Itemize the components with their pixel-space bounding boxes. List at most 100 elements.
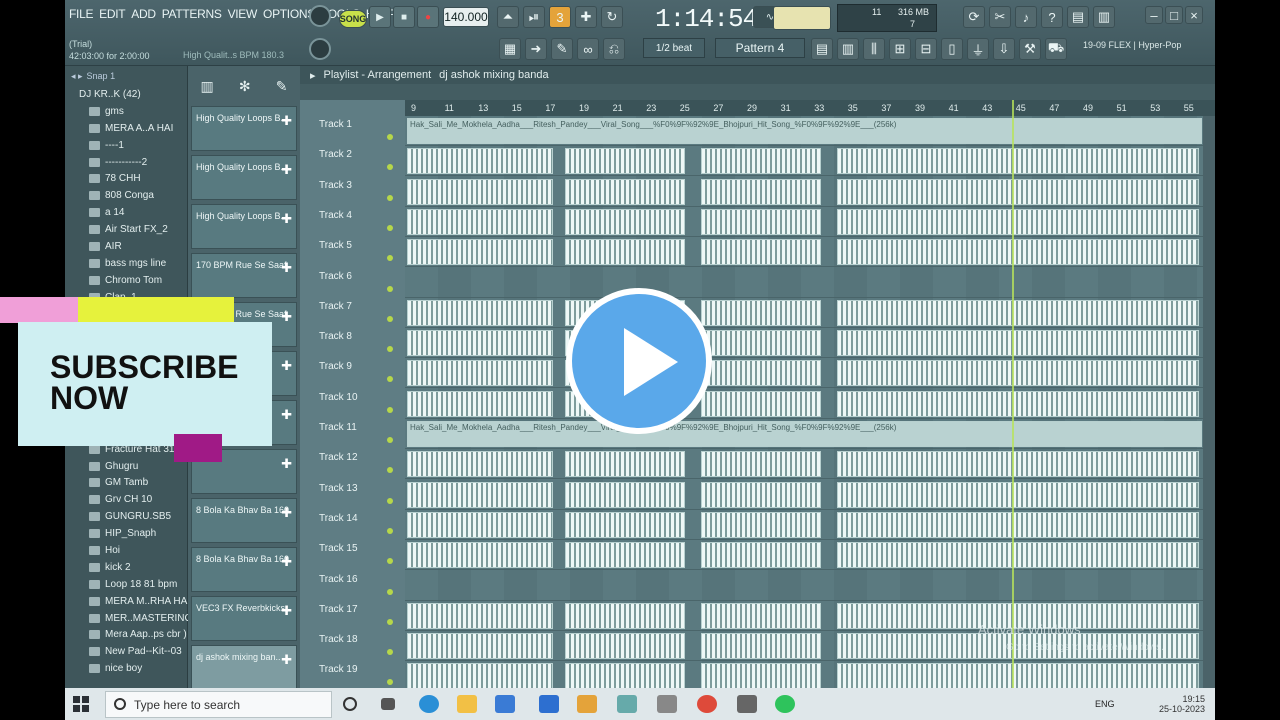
track-header[interactable]: Track 4 — [313, 207, 399, 237]
channel-clip[interactable]: High Quality Loops B.. ✚ — [191, 155, 297, 200]
timeline-ruler[interactable]: 9 11 13 15 17 19 21 23 25 27 29 31 33 35 37 39 41 43 45 47 4… — [405, 100, 1215, 116]
cortana-icon[interactable] — [343, 697, 357, 711]
close-icon[interactable]: × — [1185, 6, 1203, 24]
track-mute-led[interactable] — [387, 558, 393, 565]
add-icon[interactable]: ✚ — [281, 603, 292, 619]
chrome-icon[interactable] — [697, 695, 717, 713]
whatsapp-icon[interactable] — [775, 695, 795, 713]
track-header[interactable]: Track 2 — [313, 146, 399, 176]
link-icon[interactable]: ∞ — [577, 38, 599, 60]
browser-back-icon[interactable]: ◂ ▸ — [71, 71, 83, 82]
song-mode-button[interactable]: SONG — [339, 10, 367, 28]
audio-clip[interactable] — [837, 299, 1199, 326]
clock[interactable]: 19:15 25-10-2023 — [1159, 694, 1205, 714]
app2-icon[interactable] — [617, 695, 637, 713]
track-lane[interactable] — [405, 389, 1203, 419]
audio-clip[interactable] — [837, 178, 1199, 205]
track-mute-led[interactable] — [387, 134, 393, 140]
fl-studio-taskbar-icon[interactable] — [577, 695, 597, 713]
audio-clip[interactable] — [837, 542, 1199, 569]
track-header[interactable]: Track 15 — [313, 540, 399, 570]
mixer-window-icon[interactable]: ⫼ — [863, 38, 885, 60]
browser-item[interactable]: GUNGRU.SB5 — [65, 508, 187, 525]
track-mute-led[interactable] — [387, 588, 393, 595]
channel-clip[interactable]: 170 BPM Rue Se Saaf.. ✚ — [191, 253, 297, 298]
track-lane[interactable]: Hak_Sali_Me_Mokhela_Aadha___Ritesh_Pande… — [405, 116, 1203, 146]
browser-item[interactable]: New Pad--Kit--03 — [65, 643, 187, 660]
browser-item[interactable]: MERA M..RHA HAI — [65, 593, 190, 610]
browser-item[interactable]: bass mgs line — [65, 255, 187, 272]
track-header[interactable]: Track 13 — [313, 480, 399, 510]
mixer-icon[interactable]: ▥ — [1093, 6, 1115, 28]
download-icon[interactable]: ⇩ — [993, 38, 1015, 60]
play-button[interactable]: ▶ — [369, 6, 391, 28]
add-icon[interactable]: ✚ — [281, 456, 292, 472]
channel-clip[interactable]: 8 Bola Ka Bhav Ba 160 ✚ — [191, 498, 297, 543]
app-icon[interactable] — [539, 695, 559, 713]
track-header[interactable]: Track 3 — [313, 177, 399, 207]
track-lane[interactable] — [405, 146, 1203, 177]
track-header[interactable]: Track 6 — [313, 268, 399, 298]
save-icon[interactable]: ▤ — [1067, 6, 1089, 28]
audio-clip[interactable] — [407, 633, 553, 660]
audio-clip[interactable] — [701, 481, 821, 508]
channel-clip[interactable]: High Quality Loops B.. ✚ — [191, 106, 297, 151]
browser-item[interactable]: ----1 — [65, 137, 187, 154]
track-mute-led[interactable] — [387, 164, 393, 171]
add-icon[interactable]: ✚ — [281, 162, 292, 178]
minimize-icon[interactable]: – — [1145, 6, 1163, 24]
track-mute-led[interactable] — [387, 467, 393, 474]
browser-item[interactable]: Chromo Tom — [65, 272, 187, 289]
audio-clip[interactable] — [837, 330, 1199, 357]
track-lane[interactable] — [405, 510, 1203, 540]
track-header[interactable]: Track 18 — [313, 631, 399, 661]
track-header[interactable]: Track 7 — [313, 298, 399, 328]
audio-clip[interactable] — [701, 663, 821, 690]
audio-clip[interactable] — [837, 148, 1199, 175]
audio-clip[interactable]: Hak_Sali_Me_Mokhela_Aadha___Ritesh_Pande… — [407, 421, 1202, 447]
audio-clip[interactable] — [837, 511, 1199, 538]
mail-icon[interactable] — [495, 695, 515, 713]
plugin-icon[interactable]: ⊞ — [889, 38, 911, 60]
vertical-scrollbar[interactable] — [1203, 116, 1215, 688]
file-icon[interactable]: ▯ — [941, 38, 963, 60]
audio-clip[interactable] — [701, 633, 821, 660]
pencil-icon[interactable]: ✎ — [276, 78, 288, 95]
audio-clip[interactable] — [837, 663, 1199, 690]
camera-icon[interactable] — [657, 695, 677, 713]
audio-clip[interactable] — [407, 602, 553, 629]
audio-clip[interactable] — [407, 148, 553, 175]
add-icon[interactable]: ✚ — [281, 407, 292, 423]
playlist-arrow-icon[interactable]: ▸ — [310, 69, 316, 82]
maximize-icon[interactable]: □ — [1165, 6, 1183, 24]
browser-item[interactable]: nice boy — [65, 660, 187, 677]
flex-news[interactable]: 19-09 FLEX | Hyper-Pop — [1083, 40, 1181, 50]
track-mute-led[interactable] — [387, 285, 393, 292]
track-lane[interactable] — [405, 298, 1203, 328]
browser-item[interactable]: gms — [65, 103, 187, 120]
track-lane[interactable] — [405, 237, 1203, 268]
track-lane[interactable] — [405, 480, 1203, 510]
browser-snap[interactable]: Snap 1 — [87, 71, 116, 81]
audio-clip[interactable] — [565, 148, 685, 175]
track-lane[interactable] — [405, 358, 1203, 389]
channel-clip[interactable]: VEC3 FX Reverbkicks.. ✚ — [191, 596, 297, 641]
wait-icon[interactable]: ⏯ — [523, 6, 545, 28]
brush-icon[interactable]: ✎ — [551, 38, 573, 60]
track-header[interactable]: Track 19 — [313, 661, 399, 691]
help-icon[interactable]: ? — [1041, 6, 1063, 28]
windows-start-icon[interactable] — [73, 696, 89, 712]
browser-item[interactable]: Ghugru — [65, 458, 187, 475]
audio-clip[interactable] — [837, 208, 1199, 235]
channel-clip[interactable]: dj ashok mixing ban.. ✚ — [191, 645, 297, 690]
piano-icon[interactable]: ▥ — [201, 78, 214, 95]
audio-clip[interactable] — [701, 451, 821, 478]
add-icon[interactable]: ✚ — [281, 652, 292, 668]
browser-item[interactable]: Grv CH 10 — [65, 491, 187, 508]
audio-clip[interactable] — [701, 178, 821, 205]
menu-edit[interactable]: EDIT — [99, 7, 125, 21]
browser-item[interactable]: -----------2 — [65, 154, 187, 171]
microphone-icon[interactable]: ♪ — [1015, 6, 1037, 28]
audio-clip[interactable] — [701, 208, 821, 235]
track-mute-led[interactable] — [387, 194, 393, 201]
